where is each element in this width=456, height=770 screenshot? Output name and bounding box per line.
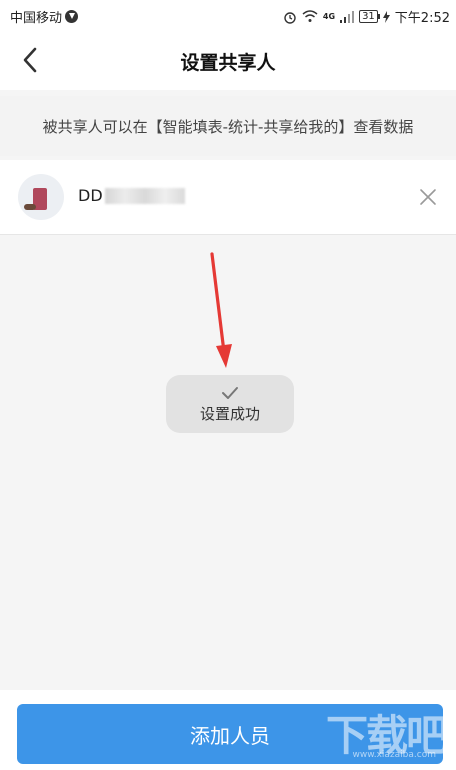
close-icon bbox=[420, 189, 436, 205]
status-left: 中国移动 bbox=[10, 7, 79, 26]
carrier-icon bbox=[65, 10, 79, 23]
signal-icon bbox=[340, 10, 355, 23]
shared-user-row: DD bbox=[0, 160, 456, 235]
remove-user-button[interactable] bbox=[416, 185, 440, 209]
avatar bbox=[18, 174, 64, 220]
annotation-arrow bbox=[210, 252, 232, 368]
status-right: 4G 31 下午2:52 bbox=[283, 7, 450, 26]
alarm-icon bbox=[284, 11, 296, 24]
checkmark-icon bbox=[222, 386, 238, 399]
battery-indicator: 31 bbox=[359, 10, 380, 23]
user-name: DD bbox=[78, 186, 185, 205]
clock-time: 下午2:52 bbox=[394, 11, 450, 26]
notice-text: 被共享人可以在【智能填表-统计-共享给我的】查看数据 bbox=[0, 96, 456, 156]
redacted-name bbox=[104, 187, 185, 204]
status-bar: 中国移动 4G 31 下午2:52 bbox=[0, 0, 456, 32]
carrier-name: 中国移动 bbox=[10, 11, 63, 26]
wifi-icon bbox=[302, 10, 318, 22]
user-name-visible: DD bbox=[78, 186, 103, 205]
header: 设置共享人 bbox=[0, 32, 456, 90]
toast-text: 设置成功 bbox=[199, 404, 260, 423]
charging-icon bbox=[382, 10, 390, 23]
watermark-url: www.xiazaiba.com bbox=[352, 750, 436, 760]
network-type: 4G bbox=[322, 12, 336, 21]
page-title: 设置共享人 bbox=[180, 52, 276, 74]
success-toast: 设置成功 bbox=[166, 375, 294, 433]
